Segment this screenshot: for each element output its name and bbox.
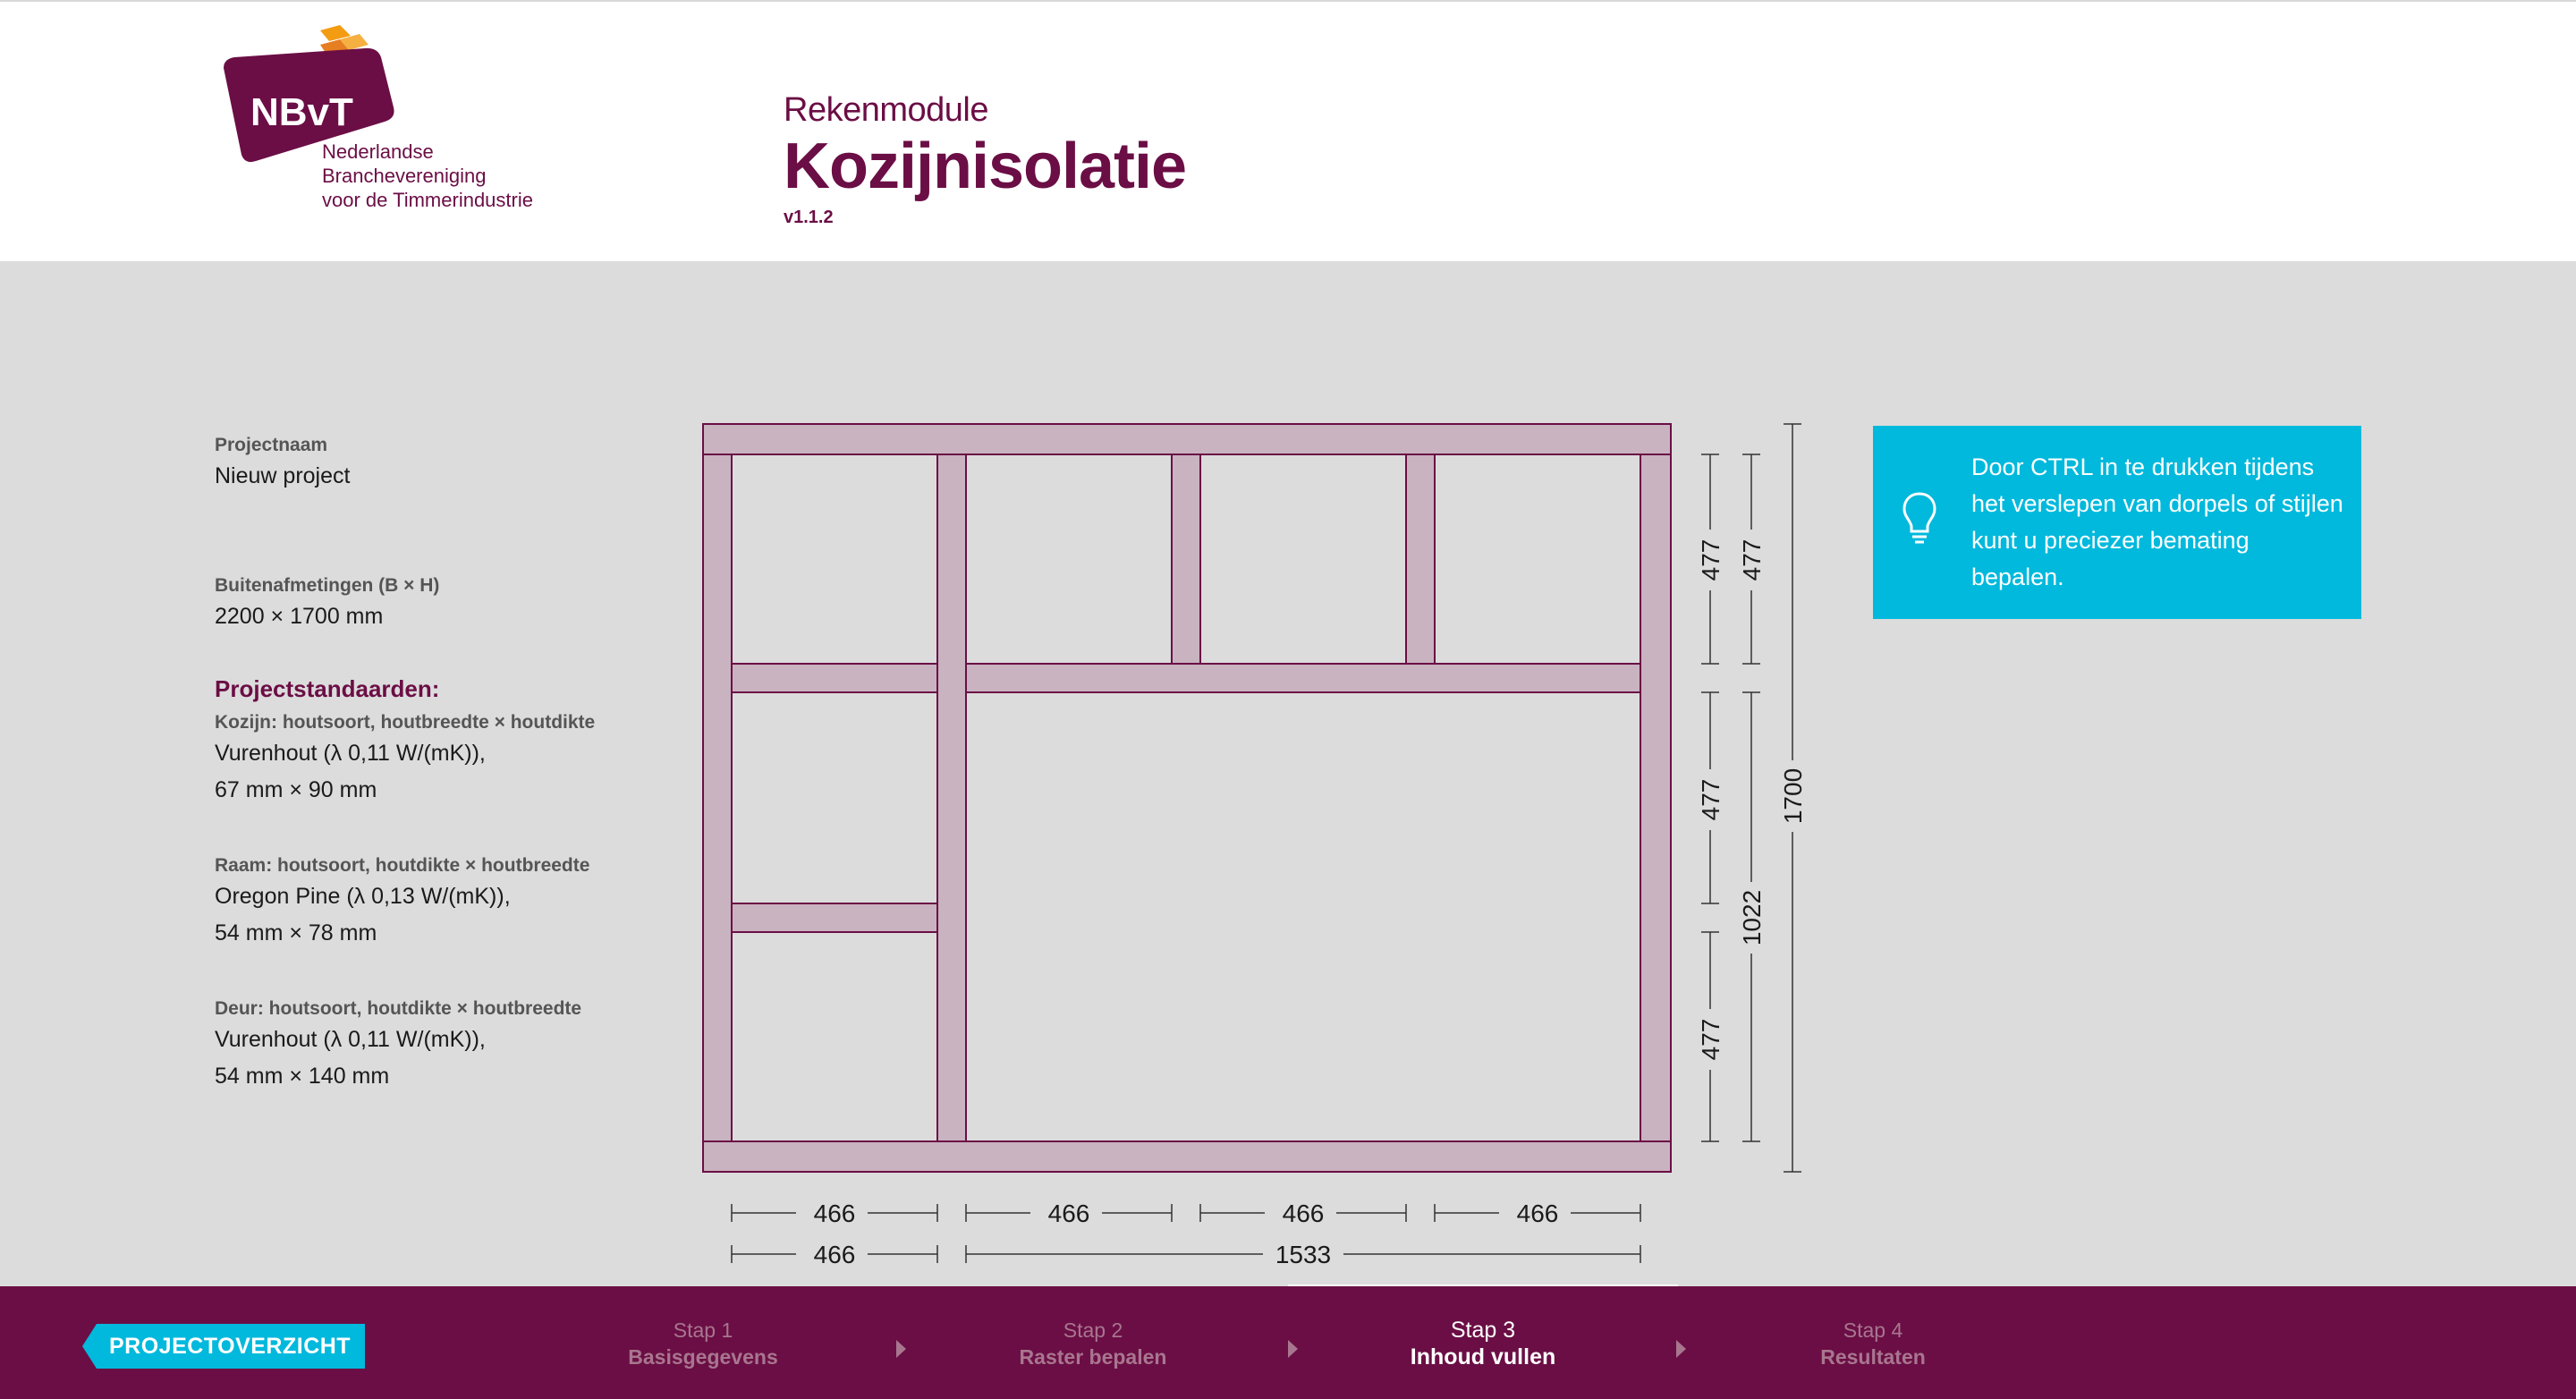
- dim-bottom-3: 466: [1283, 1200, 1325, 1227]
- step-4-number: Stap 4: [1843, 1318, 1903, 1342]
- transom-right[interactable]: [965, 663, 1641, 693]
- dim-right-total: 1700: [1779, 768, 1807, 824]
- frame-right-stile[interactable]: [1640, 454, 1672, 1142]
- step-chevron-icon: [1676, 1340, 1686, 1358]
- dim-bottom-2: 466: [1048, 1200, 1090, 1227]
- step-chevron-icon: [1288, 1340, 1298, 1358]
- dim-bottom-1: 466: [814, 1200, 856, 1227]
- transom-left-lower[interactable]: [731, 903, 938, 933]
- transom-left-upper[interactable]: [731, 663, 938, 693]
- step-1[interactable]: Stap 1 Basisgegevens: [569, 1317, 837, 1370]
- step-2-number: Stap 2: [1063, 1318, 1123, 1342]
- dim-right-2: 477: [1697, 779, 1724, 821]
- step-2[interactable]: Stap 2 Raster bepalen: [959, 1317, 1227, 1370]
- footer-nav: PROJECTOVERZICHT Stap 1 Basisgegevens St…: [0, 1286, 2576, 1399]
- frame-top-rail[interactable]: [702, 423, 1672, 455]
- mullion-top-3[interactable]: [1405, 454, 1436, 665]
- dim-right-col2-2: 1022: [1738, 890, 1766, 945]
- project-overview-label: PROJECTOVERZICHT: [97, 1324, 366, 1369]
- mullion-top-2[interactable]: [1171, 454, 1201, 665]
- dim-bottom-4: 466: [1517, 1200, 1559, 1227]
- bottom-dimension-lines: [731, 1204, 1641, 1263]
- step-1-number: Stap 1: [673, 1318, 733, 1342]
- frame-bottom-rail[interactable]: [702, 1140, 1672, 1173]
- dim-right-3: 477: [1697, 1019, 1724, 1061]
- step-4-name: Resultaten: [1820, 1345, 1926, 1369]
- dim-right-col2-1: 477: [1738, 539, 1766, 581]
- frame-drawing: 466 466 466 466 466 1533 477 477 477 477…: [702, 423, 1807, 1268]
- dim-bottom-row2-1: 466: [814, 1241, 856, 1268]
- dim-right-1: 477: [1697, 539, 1724, 581]
- step-3-name: Inhoud vullen: [1410, 1344, 1556, 1369]
- step-3[interactable]: Stap 3 Inhoud vullen: [1349, 1317, 1617, 1370]
- mullion-1[interactable]: [936, 454, 967, 1142]
- dim-bottom-row2-2: 1533: [1275, 1241, 1331, 1268]
- project-overview-button[interactable]: PROJECTOVERZICHT: [82, 1324, 366, 1369]
- step-3-number: Stap 3: [1450, 1318, 1516, 1343]
- step-chevron-icon: [896, 1340, 906, 1358]
- step-2-name: Raster bepalen: [1019, 1345, 1167, 1369]
- tip-text: Door CTRL in te drukken tijdens het vers…: [1971, 454, 2343, 590]
- step-1-name: Basisgegevens: [628, 1345, 778, 1369]
- frame-left-stile[interactable]: [702, 454, 733, 1142]
- tip-box: Door CTRL in te drukken tijdens het vers…: [1873, 426, 2361, 619]
- lightbulb-icon: [1902, 492, 1936, 544]
- back-arrow-icon: [82, 1324, 97, 1369]
- step-4[interactable]: Stap 4 Resultaten: [1739, 1317, 2007, 1370]
